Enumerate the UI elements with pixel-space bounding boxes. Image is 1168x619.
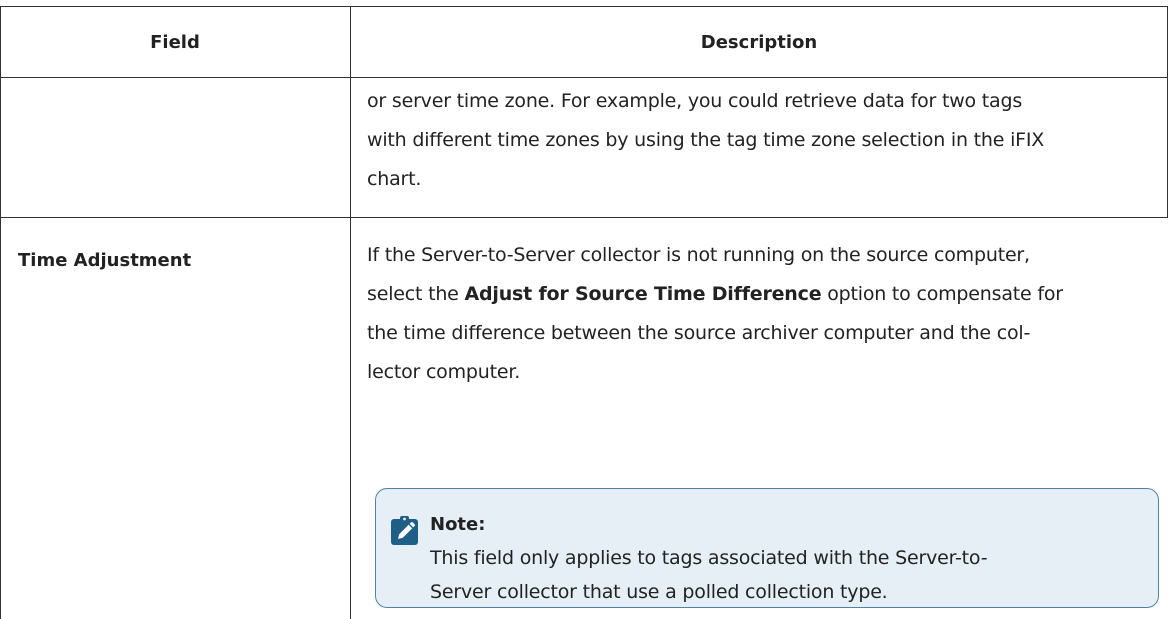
- note-body: This field only applies to tags associat…: [430, 541, 988, 609]
- column-divider: [350, 6, 351, 619]
- note-callout: Note: This field only applies to tags as…: [375, 488, 1159, 608]
- row-2-line-4: lector computer.: [367, 361, 521, 383]
- row-2-line-2-suffix: option to compensate for: [821, 283, 1063, 305]
- note-line-2: Server collector that use a polled colle…: [430, 581, 888, 603]
- field-description-table: Field Description or server time zone. F…: [0, 0, 1168, 619]
- row-2-line-2-prefix: select the: [367, 283, 465, 305]
- header-description-label: Description: [700, 31, 818, 53]
- row-2-field-name: Time Adjustment: [18, 250, 192, 271]
- row-1-line-3: chart.: [367, 168, 422, 190]
- row-2-line-3: the time difference between the source a…: [367, 322, 1031, 344]
- option-name-adjust-for-source-time-difference: Adjust for Source Time Difference: [464, 283, 822, 305]
- note-line-1: This field only applies to tags associat…: [430, 547, 988, 569]
- row-2-line-1: If the Server-to-Server collector is not…: [367, 244, 1030, 266]
- header-description: Description: [351, 6, 1167, 78]
- row-1-line-1: or server time zone. For example, you co…: [367, 90, 1023, 112]
- row-1-line-2: with different time zones by using the t…: [367, 129, 1045, 151]
- table-left-border: [0, 6, 1, 619]
- row-1-description: or server time zone. For example, you co…: [367, 82, 1044, 199]
- row-2-description: If the Server-to-Server collector is not…: [367, 236, 1063, 392]
- header-field-label: Field: [150, 31, 200, 53]
- note-title: Note:: [430, 514, 486, 535]
- row-divider: [0, 217, 1168, 218]
- header-field: Field: [0, 6, 350, 78]
- row-2-line-2: select the Adjust for Source Time Differ…: [367, 275, 1063, 314]
- pencil-clipboard-icon: [390, 515, 419, 546]
